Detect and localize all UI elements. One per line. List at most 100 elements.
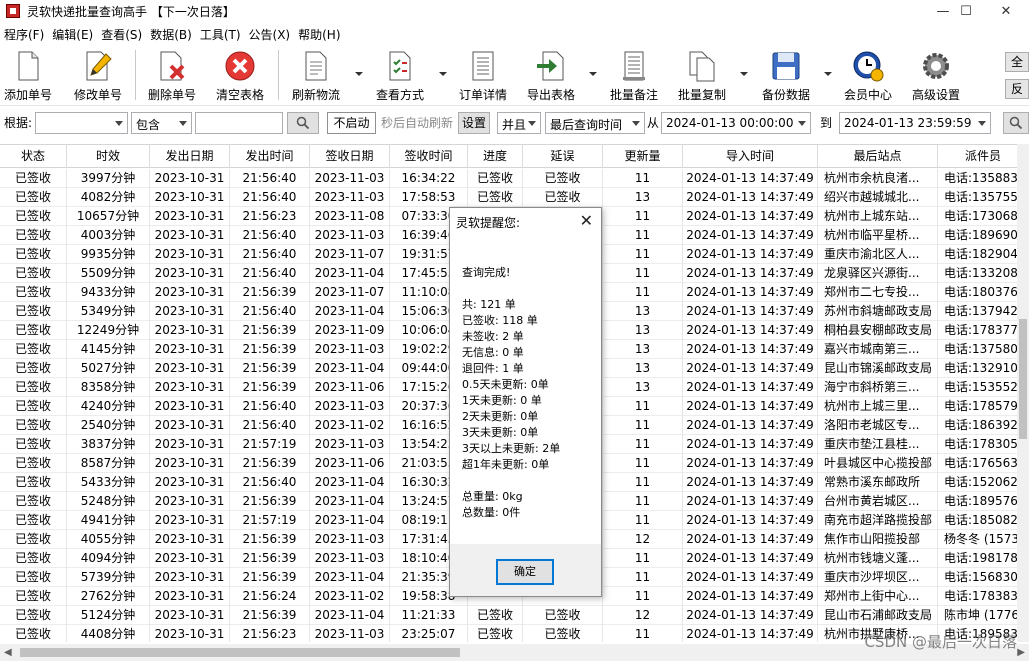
table-cell: 2024-01-13 14:37:49 [683, 530, 818, 549]
column-header[interactable]: 状态 [0, 145, 67, 168]
table-cell: 已签收 [523, 188, 603, 207]
dialog-text-line: 无信息: 0 单 [462, 346, 524, 359]
table-cell: 杭州市上城东站... [818, 207, 938, 226]
search-input[interactable] [195, 112, 283, 134]
table-cell: 电话:1803768 [938, 283, 1020, 302]
table-cell: 5739分钟 [67, 568, 150, 587]
export-dropdown-arrow-icon[interactable] [589, 72, 597, 76]
table-cell: 21:56:39 [230, 340, 310, 359]
menu-edit[interactable]: 编辑(E) [48, 26, 97, 43]
table-cell: 5509分钟 [67, 264, 150, 283]
table-cell: 2023-11-04 [310, 511, 390, 530]
order-detail-button[interactable]: 订单详情 [459, 50, 507, 103]
refresh-logistics-button[interactable]: 刷新物流 [292, 50, 340, 103]
logic-select[interactable]: 并且 [497, 112, 541, 134]
table-cell: 2023-11-03 [310, 435, 390, 454]
table-cell: 2024-01-13 14:37:49 [683, 625, 818, 642]
advanced-settings-button[interactable]: 高级设置 [912, 50, 960, 103]
table-cell: 电话:1850821 [938, 511, 1020, 530]
menu-program[interactable]: 程序(F) [0, 26, 48, 43]
copy-dropdown-arrow-icon[interactable] [740, 72, 748, 76]
view-dropdown-arrow-icon[interactable] [439, 72, 447, 76]
backup-data-button[interactable]: 备份数据 [762, 50, 810, 103]
column-header[interactable]: 派件员 [938, 145, 1020, 168]
close-button[interactable]: ✕ [983, 0, 1029, 22]
table-cell: 2024-01-13 14:37:49 [683, 321, 818, 340]
table-row[interactable]: 已签收 3997分钟 2023-10-31 21:56:40 2023-11-03 16:… [0, 169, 1020, 188]
table-cell: 10657分钟 [67, 207, 150, 226]
table-cell: 11 [603, 454, 683, 473]
table-cell: 2023-11-03 [310, 549, 390, 568]
column-header[interactable]: 更新量 [603, 145, 683, 168]
column-header[interactable]: 最后站点 [818, 145, 938, 168]
query-button[interactable] [1003, 112, 1029, 134]
scroll-left-arrow-icon[interactable]: ◀ [4, 647, 12, 658]
column-header[interactable]: 发出时间 [230, 145, 310, 168]
table-cell: 21:56:40 [230, 188, 310, 207]
from-date-picker[interactable]: 2024-01-13 00:00:00 [661, 112, 811, 134]
member-center-button[interactable]: 会员中心 [844, 50, 892, 103]
table-cell: 2023-10-31 [150, 340, 230, 359]
table-cell: 4408分钟 [67, 625, 150, 642]
batch-note-button[interactable]: 批量备注 [610, 50, 658, 103]
table-cell: 2023-11-03 [310, 530, 390, 549]
view-mode-button[interactable]: 查看方式 [376, 50, 424, 103]
backup-dropdown-arrow-icon[interactable] [824, 72, 832, 76]
table-row[interactable]: 已签收 5124分钟 2023-10-31 21:56:39 2023-11-04 11:… [0, 606, 1020, 625]
table-cell: 4055分钟 [67, 530, 150, 549]
column-header[interactable]: 延误 [523, 145, 603, 168]
column-header[interactable]: 时效 [67, 145, 150, 168]
select-all-button[interactable]: 全选 [1005, 52, 1029, 72]
table-cell: 2023-11-03 [310, 169, 390, 188]
vertical-scroll-thumb[interactable] [1019, 319, 1027, 439]
column-header[interactable]: 导入时间 [683, 145, 818, 168]
menu-view[interactable]: 查看(S) [97, 26, 146, 43]
table-cell: 电话:1895762 [938, 492, 1020, 511]
filter-field-select[interactable] [35, 112, 128, 134]
table-cell: 电话:1375807 [938, 340, 1020, 359]
dialog-text-line: 已签收: 118 单 [462, 314, 538, 327]
batch-copy-button[interactable]: 批量复制 [678, 50, 726, 103]
column-header[interactable]: 签收时间 [390, 145, 468, 168]
table-cell: 2023-10-31 [150, 283, 230, 302]
column-header[interactable]: 进度 [468, 145, 523, 168]
delete-number-button[interactable]: 删除单号 [148, 50, 196, 103]
export-table-button[interactable]: 导出表格 [527, 50, 575, 103]
search-button[interactable] [287, 112, 319, 134]
table-cell: 2023-10-31 [150, 169, 230, 188]
scroll-right-arrow-icon[interactable]: ▶ [1017, 647, 1025, 658]
add-number-button[interactable]: 添加单号 [4, 50, 52, 103]
dialog-text-line: 总数量: 0件 [462, 506, 521, 519]
table-cell: 12 [603, 530, 683, 549]
invert-selection-button[interactable]: 反选 [1005, 79, 1029, 99]
time-field-select[interactable]: 最后查询时间 [545, 112, 645, 134]
vertical-scrollbar[interactable] [1017, 144, 1029, 642]
table-cell: 2024-01-13 14:37:49 [683, 245, 818, 264]
table-cell: 21:56:39 [230, 568, 310, 587]
to-date-picker[interactable]: 2024-01-13 23:59:59 [839, 112, 991, 134]
column-header[interactable]: 签收日期 [310, 145, 390, 168]
table-cell: 已签收 [0, 264, 67, 283]
horizontal-scroll-thumb[interactable] [20, 648, 460, 657]
table-cell: 昆山市锦溪邮政支局 [818, 359, 938, 378]
match-mode-select[interactable]: 包含 [131, 112, 192, 134]
menu-data[interactable]: 数据(B) [146, 26, 196, 43]
table-row[interactable]: 已签收 4082分钟 2023-10-31 21:56:40 2023-11-03 17:… [0, 188, 1020, 207]
auto-refresh-toggle[interactable]: 不启动 [327, 112, 376, 134]
table-cell: 2023-10-31 [150, 568, 230, 587]
table-cell: 2023-11-06 [310, 378, 390, 397]
dialog-text-line: 未签收: 2 单 [462, 330, 524, 343]
menu-help[interactable]: 帮助(H) [294, 26, 344, 43]
to-label: 到 [820, 116, 833, 130]
refresh-dropdown-arrow-icon[interactable] [355, 72, 363, 76]
menu-notice[interactable]: 公告(X) [245, 26, 295, 43]
table-cell: 11 [603, 226, 683, 245]
column-header[interactable]: 发出日期 [150, 145, 230, 168]
dialog-close-icon[interactable]: ✕ [580, 211, 593, 230]
clear-table-button[interactable]: 清空表格 [216, 50, 264, 103]
edit-number-button[interactable]: 修改单号 [74, 50, 122, 103]
table-cell: 已签收 [0, 511, 67, 530]
ok-button[interactable]: 确定 [496, 559, 554, 585]
settings-button[interactable]: 设置 [458, 112, 490, 134]
menu-tools[interactable]: 工具(T) [196, 26, 245, 43]
